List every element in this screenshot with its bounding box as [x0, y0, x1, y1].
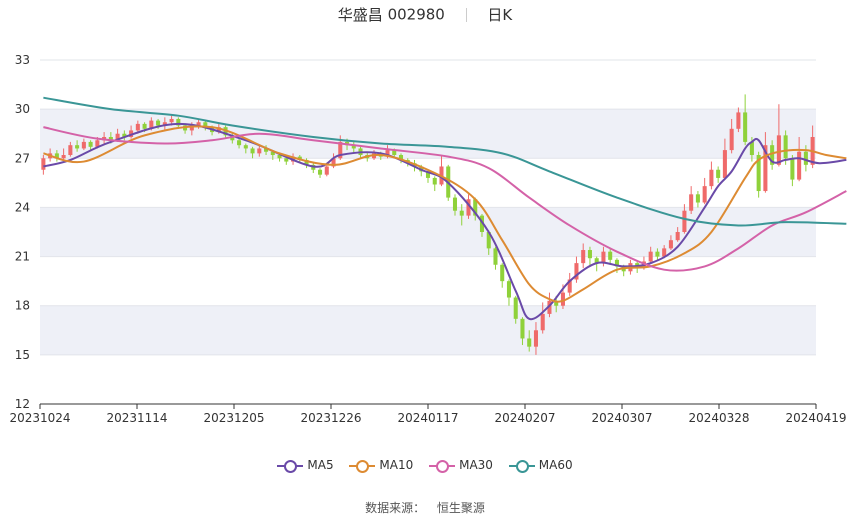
background-band	[40, 305, 816, 355]
candle-body	[682, 210, 687, 232]
candle-body	[540, 313, 545, 331]
candle-body	[250, 148, 255, 154]
candle-body	[135, 123, 140, 131]
candle-body	[156, 120, 161, 126]
candle-body	[533, 330, 538, 347]
candle-body	[500, 264, 505, 282]
candle-body	[695, 194, 700, 203]
candle-body	[81, 141, 86, 149]
y-tick-label: 33	[15, 53, 30, 67]
candle-body	[432, 177, 437, 185]
candle-body	[68, 145, 73, 156]
x-tick-label: 20240419	[785, 411, 846, 425]
candle-body	[560, 292, 565, 306]
y-tick-label: 18	[15, 299, 30, 313]
candle-body	[790, 158, 795, 180]
y-tick-label: 24	[15, 200, 30, 214]
x-tick-label: 20240117	[397, 411, 458, 425]
candle-body	[648, 251, 653, 262]
legend-swatch-ma5	[277, 459, 304, 473]
x-tick-label: 20240328	[688, 411, 749, 425]
y-tick-label: 15	[15, 348, 30, 362]
candle-body	[520, 318, 525, 339]
legend-swatch-ma60	[508, 459, 535, 473]
candle-body	[797, 151, 802, 180]
background-band	[40, 109, 816, 159]
y-tick-label: 27	[15, 151, 30, 165]
candle-body	[61, 155, 66, 159]
chart-stage: 华盛昌 002980 日K 12 15 18 21 24 27 30 33 20231024 2…	[0, 0, 850, 517]
candle-body	[743, 112, 748, 142]
legend-swatch-ma30	[429, 459, 456, 473]
candle-body	[142, 123, 147, 129]
x-tick-label: 20231024	[9, 411, 70, 425]
candle-body	[493, 248, 498, 265]
candle-body	[729, 128, 734, 151]
legend-item-ma60[interactable]: MA60	[508, 458, 573, 473]
legend: MA5 MA10 MA30 MA60	[0, 458, 850, 473]
data-source: 数据来源： 恒生聚源	[0, 499, 850, 516]
legend-item-ma5[interactable]: MA5	[277, 458, 334, 473]
candle-body	[716, 169, 721, 178]
candle-body	[587, 250, 592, 259]
candle-body	[324, 166, 329, 175]
candle-body	[581, 250, 586, 264]
candle-body	[783, 135, 788, 159]
candle-body	[668, 240, 673, 249]
candle-body	[722, 150, 727, 178]
candle-body	[601, 251, 606, 264]
legend-swatch-ma10	[349, 459, 376, 473]
candle-body	[452, 197, 458, 211]
y-tick-label: 21	[15, 250, 30, 264]
legend-item-ma10[interactable]: MA10	[349, 458, 413, 473]
legend-item-ma30[interactable]: MA30	[429, 458, 493, 473]
candle-body	[803, 151, 808, 165]
candle-body	[243, 145, 248, 149]
candle-body	[257, 148, 262, 154]
x-tick-label: 20240207	[494, 411, 555, 425]
candle-body	[459, 210, 464, 216]
x-tick-label: 20231226	[300, 411, 361, 425]
candle-body	[41, 158, 46, 170]
candlestick-chart: 12 15 18 21 24 27 30 33 20231024 20231114 2023120…	[9, 53, 847, 425]
candle-body	[88, 141, 93, 147]
candle-body	[689, 194, 694, 211]
candle-body	[237, 140, 242, 146]
x-tick-label: 20231114	[106, 411, 167, 425]
candle-body	[318, 169, 323, 175]
candle-body	[75, 145, 80, 149]
y-tick-label: 12	[15, 397, 30, 411]
x-tick-label: 20240307	[591, 411, 652, 425]
y-axis-ticks: 12 15 18 21 24 27 30 33	[15, 53, 30, 411]
candle-body	[702, 186, 707, 203]
candle-body	[506, 281, 511, 298]
source-provider: 恒生聚源	[436, 501, 485, 515]
candle-body	[655, 251, 660, 257]
candle-body	[608, 251, 613, 260]
x-axis: 20231024 20231114 20231205 20231226 20240117…	[9, 403, 847, 425]
candle-body	[776, 135, 781, 165]
candle-body	[284, 158, 289, 162]
candle-body	[709, 169, 714, 187]
x-tick-label: 20231205	[203, 411, 264, 425]
candle-body	[169, 118, 174, 123]
candle-body	[675, 232, 680, 241]
candle-body	[736, 112, 741, 129]
y-tick-label: 30	[15, 102, 30, 116]
candle-body	[513, 297, 518, 319]
candle-body	[527, 338, 532, 347]
source-label: 数据来源：	[365, 501, 426, 515]
